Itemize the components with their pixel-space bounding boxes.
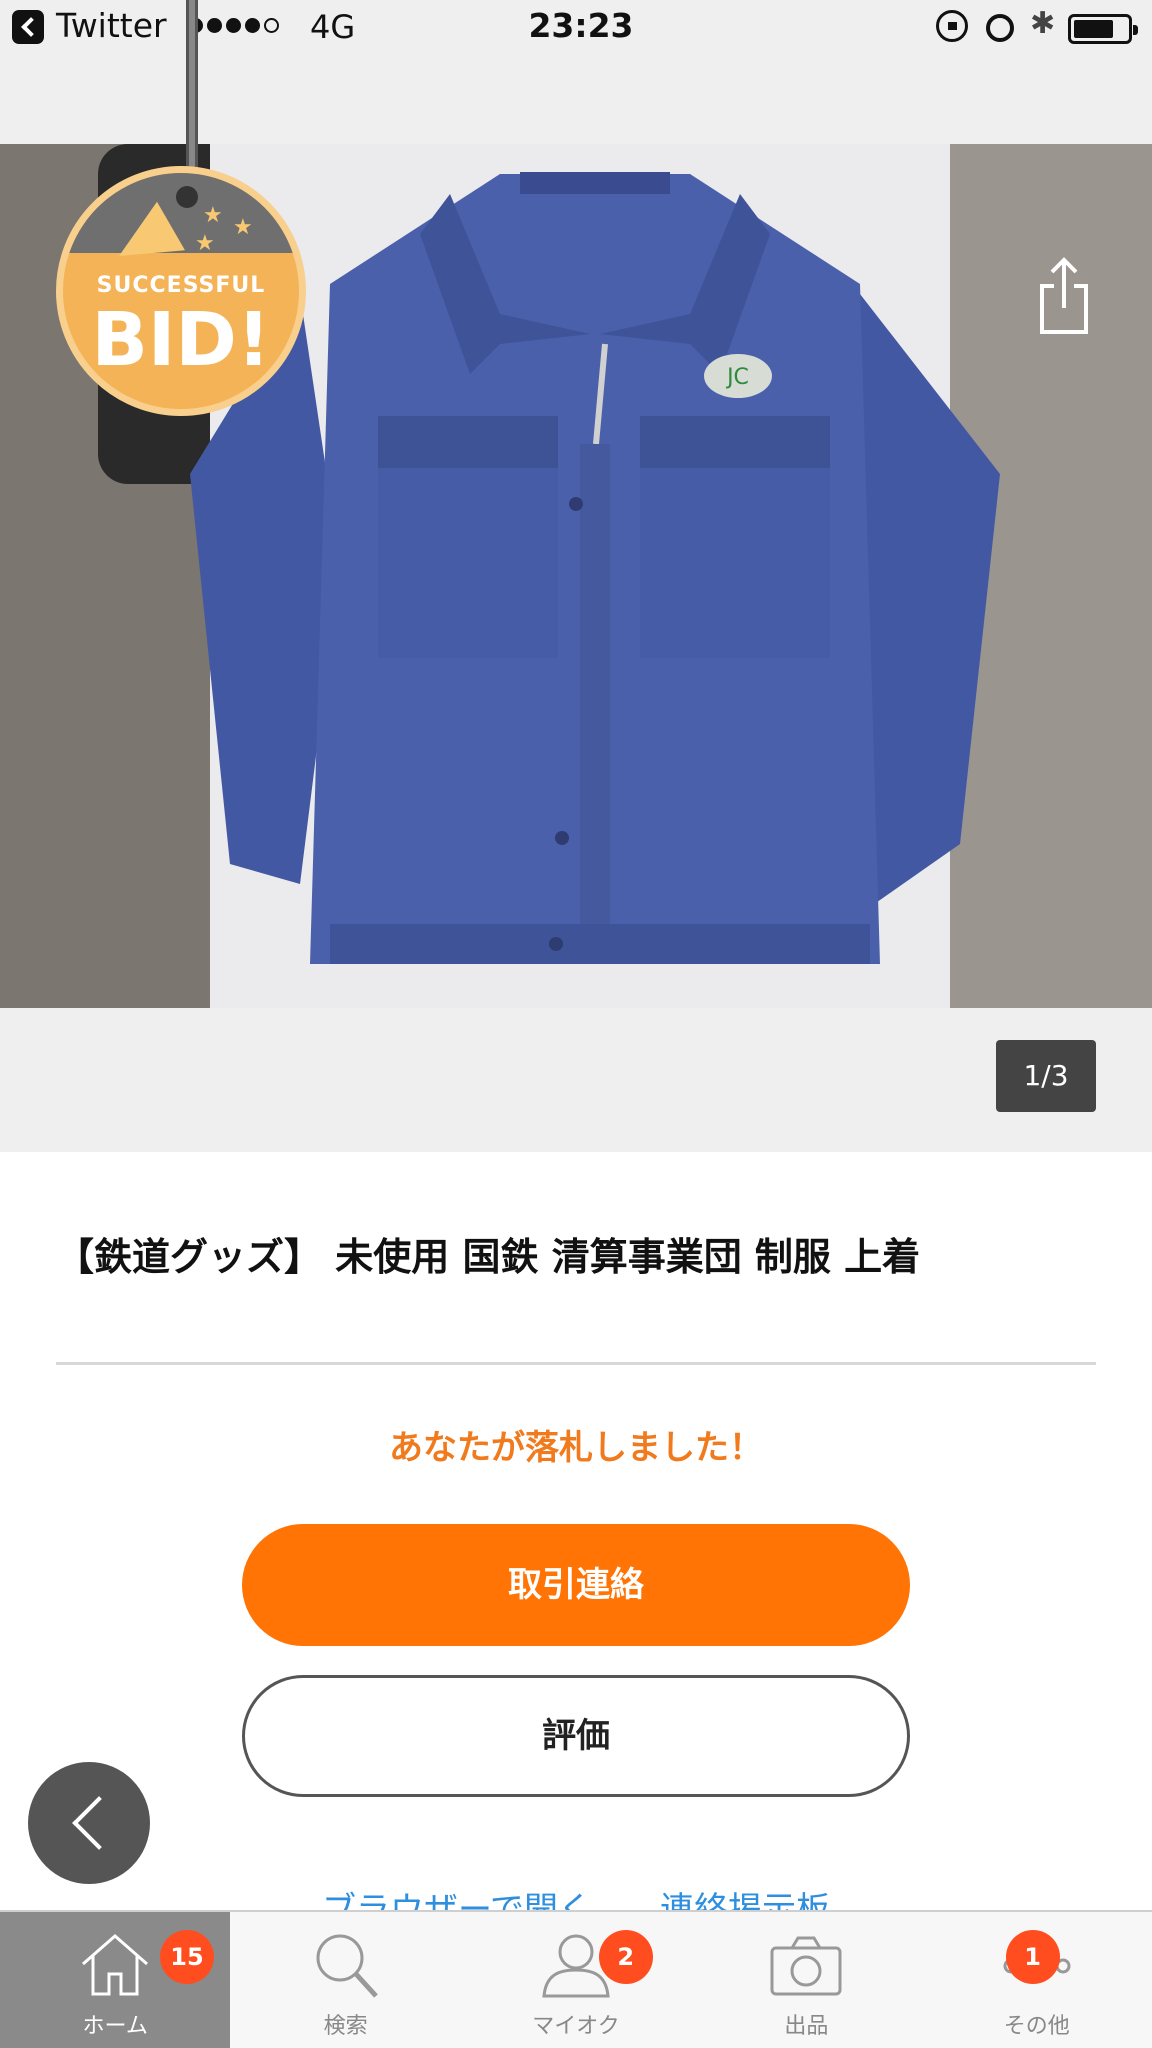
search-icon — [316, 1934, 378, 1998]
tab-label: 検索 — [323, 2014, 368, 2039]
tab-badge: 2 — [598, 1930, 653, 1984]
photo-pager-strip — [0, 1008, 1152, 1152]
tab-label: ホーム — [82, 2014, 148, 2039]
tab-more[interactable]: 1 その他 — [922, 1912, 1152, 2048]
photo-counter: 1/3 — [996, 1040, 1096, 1112]
tab-my-auction[interactable]: 2 マイオク — [461, 1912, 691, 2048]
tab-home[interactable]: 15 ホーム — [0, 1912, 231, 2048]
camera-icon — [770, 1936, 842, 1996]
badge-hole — [176, 186, 198, 208]
bluetooth-icon: ✱ — [1030, 6, 1056, 41]
battery-icon — [1068, 14, 1138, 44]
share-icon[interactable] — [1038, 256, 1090, 336]
badge-band — [63, 173, 299, 253]
badge-small-text: SUCCESSFUL — [96, 273, 266, 298]
tab-sell[interactable]: 出品 — [691, 1912, 921, 2048]
star-icon: ★ — [195, 231, 215, 256]
header-area — [0, 56, 1152, 144]
status-bar: Twitter 4G 23:23 ✱ — [0, 0, 1152, 56]
floating-back-button[interactable] — [28, 1762, 150, 1884]
won-message: あなたが落札しました！ — [389, 1428, 763, 1468]
battery-fill — [1074, 20, 1113, 38]
tab-badge: 15 — [160, 1930, 214, 1984]
tab-badge: 1 — [1005, 1930, 1060, 1984]
svg-text:JC: JC — [725, 365, 749, 390]
partial-link-text[interactable]: ブラウザーで開く 連絡掲示板 — [0, 1880, 1152, 1910]
tab-label: マイオク — [532, 2014, 620, 2039]
home-icon — [82, 1934, 149, 1996]
tab-label: 出品 — [784, 2014, 829, 2039]
star-icon: ★ — [233, 215, 253, 240]
tab-label: その他 — [1003, 2014, 1070, 2039]
badge-big-text: BID! — [91, 297, 271, 383]
divider — [56, 1362, 1096, 1365]
item-title: 【鉄道グッズ】 未使用 国鉄 清算事業団 制服 上着 — [56, 1235, 921, 1279]
rate-button[interactable]: 評価 — [242, 1675, 910, 1797]
alarm-icon — [986, 14, 1014, 42]
star-icon: ★ — [203, 203, 223, 228]
clock: 23:23 — [528, 6, 634, 45]
rotation-lock-icon — [936, 10, 968, 42]
tab-search[interactable]: 検索 — [230, 1912, 460, 2048]
tab-bar: 15 ホーム 検索 2 マイオク 出品 1 その他 — [0, 1910, 1152, 2048]
transaction-contact-button[interactable]: 取引連絡 — [242, 1524, 910, 1646]
